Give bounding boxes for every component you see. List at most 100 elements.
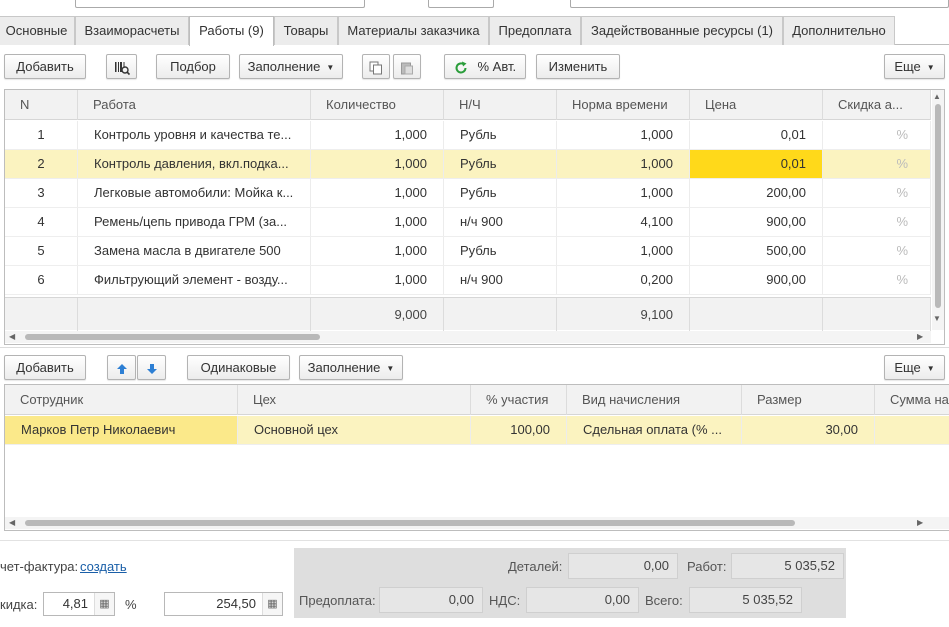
auto-percent-button[interactable]: % Авт.	[444, 54, 526, 79]
row-quantity: 1,000	[311, 266, 444, 294]
col-accrual-type[interactable]: Вид начисления	[567, 385, 742, 415]
works-search-button[interactable]	[106, 54, 137, 79]
col-sum[interactable]: Сумма на	[875, 385, 949, 415]
works-horizontal-scrollbar[interactable]: ◀ ▶	[5, 331, 931, 343]
col-size[interactable]: Размер	[742, 385, 875, 415]
row-discount: %	[823, 121, 931, 149]
col-unit[interactable]: Н/Ч	[444, 90, 557, 120]
scroll-thumb[interactable]	[935, 104, 941, 308]
chevron-down-icon: ▼	[926, 63, 935, 73]
row-price-active-cell[interactable]: 0,01	[690, 150, 823, 178]
chevron-down-icon: ▼	[926, 364, 935, 374]
row-quantity: 1,000	[311, 179, 444, 207]
col-quantity[interactable]: Количество	[311, 90, 444, 120]
row-unit: Рубль	[444, 121, 557, 149]
table-row-selected[interactable]: Марков Петр Николаевич Основной цех 100,…	[5, 416, 949, 445]
arrow-down-icon	[146, 360, 158, 375]
copy-button[interactable]	[362, 54, 390, 79]
col-work[interactable]: Работа	[78, 90, 311, 120]
row-norm: 4,100	[557, 208, 690, 236]
details-label: Деталей:	[508, 559, 563, 574]
tab-additional[interactable]: Дополнительно	[783, 16, 895, 45]
row-work: Легковые автомобили: Мойка к...	[78, 179, 311, 207]
chevron-down-icon: ▼	[386, 364, 395, 374]
works-more-button[interactable]: Еще ▼	[884, 54, 945, 79]
discount-percent-field[interactable]: 4,81 ▦	[43, 592, 115, 616]
table-row[interactable]: 1 Контроль уровня и качества те... 1,000…	[5, 121, 931, 150]
col-share[interactable]: % участия	[471, 385, 567, 415]
row-employee[interactable]: Марков Петр Николаевич	[5, 416, 238, 444]
tab-goods[interactable]: Товары	[274, 16, 338, 45]
scroll-thumb[interactable]	[25, 520, 795, 526]
move-up-button[interactable]	[107, 355, 136, 380]
staff-more-button[interactable]: Еще ▼	[884, 355, 945, 380]
row-number: 2	[5, 150, 78, 178]
row-norm: 1,000	[557, 179, 690, 207]
tab-bar: Основные Взаиморасчеты Работы (9) Товары…	[0, 16, 949, 46]
table-row[interactable]: 5 Замена масла в двигателе 500 1,000 Руб…	[5, 237, 931, 266]
grand-total: 5 035,52	[689, 587, 802, 613]
invoice-create-link[interactable]: создать	[80, 559, 127, 574]
staff-add-button[interactable]: Добавить	[4, 355, 86, 380]
works-add-button[interactable]: Добавить	[4, 54, 86, 79]
col-discount[interactable]: Скидка а...	[823, 90, 931, 120]
calculator-icon[interactable]: ▦	[94, 593, 114, 615]
table-row[interactable]: 6 Фильтрующий элемент - возду... 1,000 н…	[5, 266, 931, 295]
scroll-left-icon[interactable]: ◀	[9, 517, 15, 529]
staff-horizontal-scrollbar[interactable]: ◀ ▶	[5, 517, 949, 529]
scroll-left-icon[interactable]: ◀	[9, 331, 15, 343]
row-sum	[875, 416, 949, 444]
table-row-selected[interactable]: 2 Контроль давления, вкл.подка... 1,000 …	[5, 150, 931, 179]
works-table: N Работа Количество Н/Ч Норма времени Це…	[4, 89, 945, 345]
scroll-right-icon[interactable]: ▶	[917, 331, 923, 343]
top-field-right[interactable]	[570, 0, 949, 8]
tab-main[interactable]: Основные	[0, 16, 75, 45]
scroll-down-icon[interactable]: ▼	[933, 314, 941, 323]
footer-quantity-total: 9,000	[311, 298, 444, 331]
col-norm-time[interactable]: Норма времени	[557, 90, 690, 120]
move-down-button[interactable]	[137, 355, 166, 380]
top-field-middle[interactable]	[428, 0, 494, 8]
row-price: 900,00	[690, 266, 823, 294]
paste-icon	[400, 59, 414, 75]
paste-button[interactable]	[393, 54, 421, 79]
table-row[interactable]: 4 Ремень/цепь привода ГРМ (за... 1,000 н…	[5, 208, 931, 237]
same-button[interactable]: Одинаковые	[187, 355, 290, 380]
footer-norm-total: 9,100	[557, 298, 690, 331]
row-norm: 1,000	[557, 121, 690, 149]
row-shop: Основной цех	[238, 416, 471, 444]
row-work: Ремень/цепь привода ГРМ (за...	[78, 208, 311, 236]
row-share: 100,00	[471, 416, 567, 444]
row-work: Контроль давления, вкл.подка...	[78, 150, 311, 178]
separator	[0, 540, 949, 541]
tab-customer-materials[interactable]: Материалы заказчика	[338, 16, 489, 45]
tab-prepayment[interactable]: Предоплата	[489, 16, 581, 45]
scroll-thumb[interactable]	[25, 334, 320, 340]
scroll-up-icon[interactable]: ▲	[933, 92, 941, 101]
row-number: 3	[5, 179, 78, 207]
top-field-left[interactable]	[75, 0, 365, 8]
row-unit: н/ч 900	[444, 266, 557, 294]
scroll-right-icon[interactable]: ▶	[917, 517, 923, 529]
tab-settlements[interactable]: Взаиморасчеты	[75, 16, 189, 45]
discount-sum-field[interactable]: 254,50 ▦	[164, 592, 283, 616]
row-quantity: 1,000	[311, 150, 444, 178]
staff-fill-button[interactable]: Заполнение ▼	[299, 355, 403, 380]
calculator-icon[interactable]: ▦	[262, 593, 282, 615]
col-n[interactable]: N	[5, 90, 78, 120]
table-row[interactable]: 3 Легковые автомобили: Мойка к... 1,000 …	[5, 179, 931, 208]
row-norm: 0,200	[557, 266, 690, 294]
prepayment-total: 0,00	[379, 587, 483, 613]
works-vertical-scrollbar[interactable]: ▲ ▼	[932, 90, 944, 330]
works-total: 5 035,52	[731, 553, 844, 579]
col-employee[interactable]: Сотрудник	[5, 385, 238, 415]
col-price[interactable]: Цена	[690, 90, 823, 120]
copy-icon	[369, 59, 383, 75]
works-pick-button[interactable]: Подбор	[156, 54, 230, 79]
tab-resources[interactable]: Задействованные ресурсы (1)	[581, 16, 783, 45]
works-change-button[interactable]: Изменить	[536, 54, 620, 79]
tab-works[interactable]: Работы (9)	[189, 16, 274, 46]
totals-panel: Деталей: 0,00 Работ: 5 035,52 Предоплата…	[294, 548, 846, 618]
works-fill-button[interactable]: Заполнение ▼	[239, 54, 343, 79]
col-shop[interactable]: Цех	[238, 385, 471, 415]
